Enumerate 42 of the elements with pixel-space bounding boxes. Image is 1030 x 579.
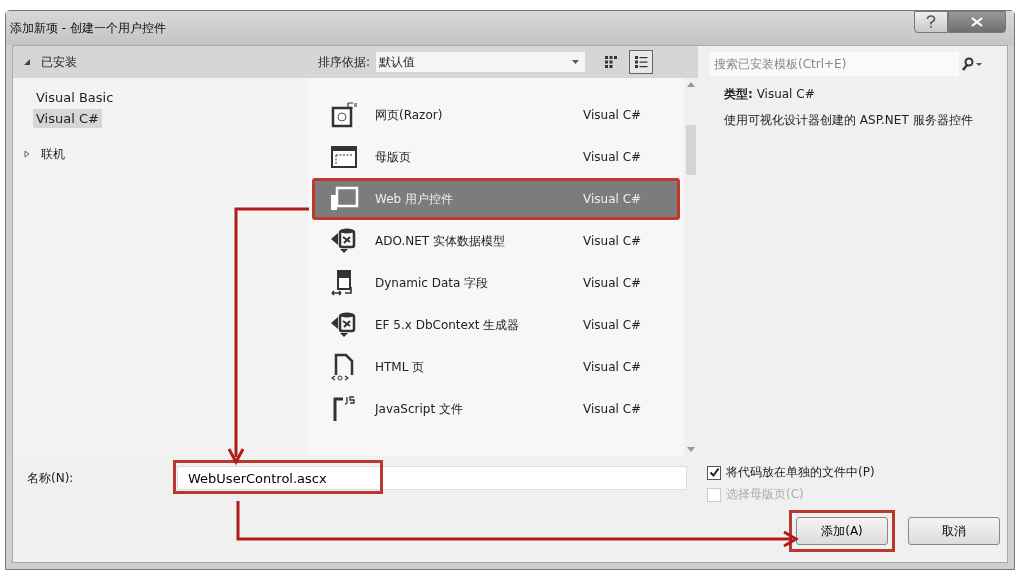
tree-node[interactable]: 已安装: [13, 46, 308, 78]
window-title: 添加新项 - 创建一个用户控件: [10, 19, 166, 37]
checkmark-icon: [708, 467, 720, 478]
help-button[interactable]: [914, 11, 948, 33]
search-field[interactable]: 搜索已安装模板(Ctrl+E): [710, 52, 959, 76]
scroll-thumb[interactable]: [686, 125, 696, 175]
list-view-icon: [634, 55, 649, 69]
dialog-button[interactable]: 取消: [908, 517, 1000, 545]
template-item[interactable]: JavaScript 文件 Visual C#: [312, 388, 680, 430]
sort-label: 排序依据:: [318, 53, 371, 71]
master-page-icon: [329, 144, 359, 170]
template-item[interactable]: Web 用户控件 Visual C#: [312, 178, 680, 220]
expanded-triangle-icon: [23, 58, 31, 66]
sort-dropdown[interactable]: 默认值: [376, 52, 586, 72]
close-icon: [971, 17, 983, 27]
web-page-icon: [329, 102, 359, 128]
grid-view-icon: [604, 55, 619, 69]
name-field[interactable]: WebUserControl.ascx: [177, 466, 687, 490]
template-type: 类型: Visual C#: [724, 86, 816, 103]
list-view-button[interactable]: [629, 50, 654, 74]
dialog-button[interactable]: 添加(A): [796, 517, 888, 545]
tree-node[interactable]: 联机: [13, 138, 308, 170]
template-item[interactable]: EF 5.x DbContext 生成器 Visual C#: [312, 304, 680, 346]
close-button[interactable]: [948, 11, 1006, 33]
template-item[interactable]: 母版页 Visual C#: [312, 136, 680, 178]
tree-item[interactable]: Visual Basic: [33, 88, 117, 107]
template-item[interactable]: Dynamic Data 字段 Visual C#: [312, 262, 680, 304]
name-label: 名称(N):: [27, 470, 75, 487]
scroll-up-icon: [687, 82, 695, 87]
checkbox[interactable]: [707, 465, 721, 480]
template-item[interactable]: ADO.NET 实体数据模型 Visual C#: [312, 220, 680, 262]
template-item[interactable]: HTML 页 Visual C#: [312, 346, 680, 388]
user-control-icon: [329, 186, 359, 212]
search-icon: [961, 57, 983, 71]
option-checkbox[interactable]: 将代码放在单独的文件中(P): [707, 464, 1007, 481]
template-item[interactable]: 网页(Razor) Visual C#: [312, 94, 680, 136]
help-icon: [926, 15, 936, 29]
template-description: 使用可视化设计器创建的 ASP.NET 服务器控件: [724, 112, 974, 129]
tree-item[interactable]: Visual C#: [33, 109, 102, 128]
scroll-down-icon: [687, 447, 695, 452]
dropdown-caret-icon: [572, 60, 580, 64]
collapsed-triangle-icon: [23, 150, 31, 158]
